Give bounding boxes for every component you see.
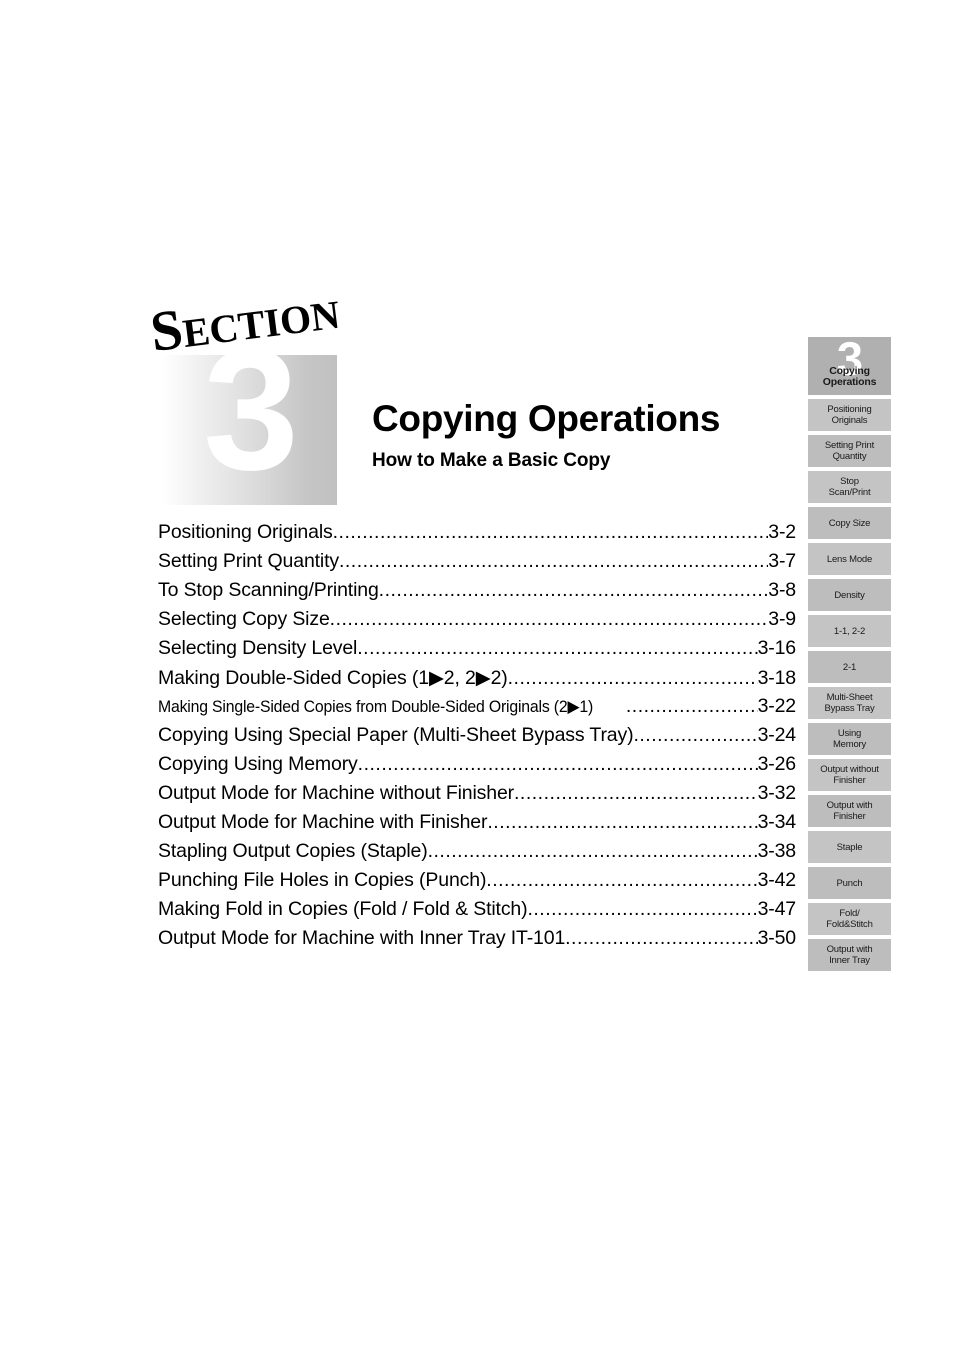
thumb-index-tab-label: Stop Scan/Print	[828, 476, 871, 498]
toc-leader-dots: ........................................…	[633, 724, 758, 746]
toc-entry-page-number: 3-16	[757, 637, 796, 659]
thumb-index-tab-label: Positioning Originals	[827, 404, 872, 426]
toc-entry[interactable]: Selecting Density Level.................…	[158, 637, 796, 666]
thumb-index-tab[interactable]: 3 Copying Operations	[808, 333, 891, 395]
thumb-index-tab[interactable]: Positioning Originals	[808, 399, 891, 431]
thumb-index-tab-label: Copying Operations	[822, 365, 877, 388]
thumb-index-tab-label: Output with Inner Tray	[826, 944, 873, 966]
toc-entry-page-number: 3-24	[757, 724, 796, 746]
toc-entry-page-number: 3-2	[768, 521, 796, 543]
toc-leader-dots: ........................................…	[357, 753, 758, 775]
toc-entry-label: Making Double-Sided Copies (1▶2, 2▶2)	[158, 667, 508, 689]
thumb-index-tab[interactable]: Density	[808, 579, 891, 611]
thumb-index-tab[interactable]: Staple	[808, 831, 891, 863]
thumb-index-tab[interactable]: 2-1	[808, 651, 891, 683]
toc-entry[interactable]: Stapling Output Copies (Staple).........…	[158, 840, 796, 869]
toc-leader-dots: ........................................…	[332, 521, 769, 543]
thumb-index-tab-label: Multi-Sheet Bypass Tray	[824, 692, 875, 714]
toc-entry-label: Punching File Holes in Copies (Punch)	[158, 869, 487, 891]
toc-entry-label: To Stop Scanning/Printing	[158, 579, 379, 601]
toc-entry-page-number: 3-38	[757, 840, 796, 862]
thumb-index-tab-label: Punch	[836, 877, 863, 889]
toc-entry[interactable]: Making Single-Sided Copies from Double-S…	[158, 695, 796, 724]
thumb-index-tab[interactable]: Using Memory	[808, 723, 891, 755]
toc-leader-dots: ........................................…	[487, 811, 757, 833]
thumb-index-tab[interactable]: Punch	[808, 867, 891, 899]
thumb-index-tab[interactable]: Fold/ Fold&Stitch	[808, 903, 891, 935]
toc-entry-label: Stapling Output Copies (Staple)	[158, 840, 428, 862]
toc-entry-label: Selecting Density Level	[158, 637, 358, 659]
toc-entry-label: Setting Print Quantity	[158, 550, 339, 572]
thumb-index-tab-label: Copy Size	[828, 517, 871, 529]
toc-entry-page-number: 3-42	[757, 869, 796, 891]
thumb-index-tab-label: Lens Mode	[826, 553, 873, 565]
thumb-index-tab-label: Using Memory	[832, 728, 867, 750]
thumb-index-tab-label: Setting Print Quantity	[824, 440, 875, 462]
toc-leader-dots: ........................................…	[625, 695, 758, 717]
thumb-index-tab[interactable]: Copy Size	[808, 507, 891, 539]
thumb-index-tab[interactable]: Multi-Sheet Bypass Tray	[808, 687, 891, 719]
page-title: Copying Operations	[372, 398, 721, 439]
toc-leader-dots: ........................................…	[527, 898, 757, 920]
toc-leader-dots: ........................................…	[507, 667, 758, 689]
toc-entry-label: Making Single-Sided Copies from Double-S…	[158, 697, 594, 716]
thumb-index-tab-label: 2-1	[842, 661, 857, 673]
thumb-index-tab-label: Output with Finisher	[826, 800, 873, 822]
toc-entry[interactable]: Selecting Copy Size.....................…	[158, 608, 796, 637]
thumb-index-tab-label: Density	[834, 589, 865, 601]
toc-entry[interactable]: Copying Using Special Paper (Multi-Sheet…	[158, 724, 796, 753]
toc-entry[interactable]: Copying Using Memory....................…	[158, 753, 796, 782]
toc-entry[interactable]: Punching File Holes in Copies (Punch)...…	[158, 869, 796, 898]
toc-entry[interactable]: Making Fold in Copies (Fold / Fold & Sti…	[158, 898, 796, 927]
toc-leader-dots: ........................................…	[378, 579, 769, 601]
toc-entry-page-number: 3-9	[768, 608, 796, 630]
toc-leader-dots: ........................................…	[565, 927, 757, 949]
toc-entry[interactable]: To Stop Scanning/Printing...............…	[158, 579, 796, 608]
toc-entry[interactable]: Output Mode for Machine with Inner Tray …	[158, 927, 796, 956]
thumb-index-tab-label: Fold/ Fold&Stitch	[826, 908, 873, 930]
toc-entry-label: Positioning Originals	[158, 521, 333, 543]
thumb-index-tab-label: Staple	[836, 841, 863, 853]
thumb-index-tab-strip: 3 Copying Operations Positioning Originals…	[808, 333, 891, 975]
toc-entry-page-number: 3-32	[757, 782, 796, 804]
toc-entry-label: Output Mode for Machine with Inner Tray …	[158, 927, 566, 949]
thumb-index-tab[interactable]: Output without Finisher	[808, 759, 891, 791]
toc-entry-label: Output Mode for Machine without Finisher	[158, 782, 515, 804]
toc-entry-page-number: 3-50	[757, 927, 796, 949]
thumb-index-tab[interactable]: Output with Finisher	[808, 795, 891, 827]
thumb-index-tab[interactable]: Lens Mode	[808, 543, 891, 575]
toc-entry-page-number: 3-47	[757, 898, 796, 920]
toc-entry-label: Copying Using Special Paper (Multi-Sheet…	[158, 724, 634, 746]
toc-entry-label: Selecting Copy Size	[158, 608, 330, 630]
thumb-index-tab[interactable]: Stop Scan/Print	[808, 471, 891, 503]
toc-leader-dots: ........................................…	[338, 550, 768, 572]
toc-entry-page-number: 3-18	[757, 667, 796, 689]
toc-entry[interactable]: Output Mode for Machine without Finisher…	[158, 782, 796, 811]
table-of-contents: Positioning Originals...................…	[158, 521, 796, 956]
thumb-index-tab-label: 1-1, 2-2	[833, 625, 866, 637]
toc-entry-page-number: 3-22	[757, 695, 796, 717]
toc-leader-dots: ........................................…	[357, 637, 758, 659]
toc-leader-dots: ........................................…	[427, 840, 758, 862]
toc-entry-label: Copying Using Memory	[158, 753, 358, 775]
thumb-index-tab[interactable]: Setting Print Quantity	[808, 435, 891, 467]
toc-entry[interactable]: Setting Print Quantity..................…	[158, 550, 796, 579]
toc-entry-label: Making Fold in Copies (Fold / Fold & Sti…	[158, 898, 528, 920]
thumb-index-tab[interactable]: 1-1, 2-2	[808, 615, 891, 647]
thumb-index-tab[interactable]: Output with Inner Tray	[808, 939, 891, 971]
toc-entry-page-number: 3-8	[768, 579, 796, 601]
toc-leader-dots: ........................................…	[486, 869, 758, 891]
toc-entry[interactable]: Making Double-Sided Copies (1▶2, 2▶2)...…	[158, 666, 796, 695]
toc-entry[interactable]: Positioning Originals...................…	[158, 521, 796, 550]
page-subtitle: How to Make a Basic Copy	[372, 450, 611, 471]
toc-entry-label: Output Mode for Machine with Finisher	[158, 811, 488, 833]
toc-entry-page-number: 3-26	[757, 753, 796, 775]
toc-leader-dots: ........................................…	[514, 782, 758, 804]
toc-leader-dots: ........................................…	[329, 608, 769, 630]
toc-entry[interactable]: Output Mode for Machine with Finisher...…	[158, 811, 796, 840]
toc-entry-page-number: 3-34	[757, 811, 796, 833]
toc-entry-page-number: 3-7	[768, 550, 796, 572]
thumb-index-tab-label: Output without Finisher	[820, 764, 879, 786]
section-banner-box: 3	[163, 315, 337, 505]
